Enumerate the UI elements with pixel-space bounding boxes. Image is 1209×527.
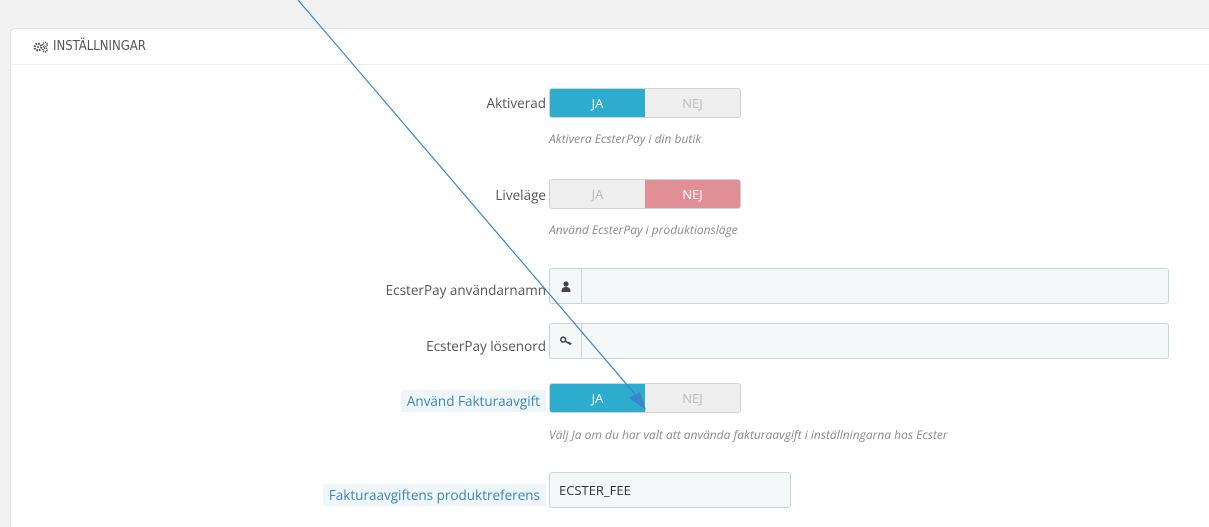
live-help: Använd EcsterPay i produktionsläge (549, 221, 738, 238)
invoice-fee-help: Välj Ja om du har valt att använda faktu… (549, 426, 948, 443)
user-icon (549, 268, 581, 304)
active-yes-option[interactable]: JA (550, 89, 645, 117)
invoice-fee-switch[interactable]: JA NEJ (549, 383, 741, 413)
settings-panel: INSTÄLLNINGAR Aktiverad JA NEJ Aktivera … (10, 28, 1209, 527)
fee-reference-label: Fakturaavgiftens produktreferens (322, 484, 546, 506)
panel-title: INSTÄLLNINGAR (53, 39, 146, 54)
username-input-group (549, 268, 1169, 304)
panel-heading: INSTÄLLNINGAR (11, 29, 1209, 65)
live-label: Liveläge (495, 186, 546, 204)
invoice-fee-label: Använd Fakturaavgift (400, 390, 546, 412)
cogs-icon (33, 40, 49, 53)
username-input[interactable] (581, 268, 1169, 304)
password-input[interactable] (581, 323, 1169, 359)
key-icon (549, 323, 581, 359)
password-input-group (549, 323, 1169, 359)
active-no-option[interactable]: NEJ (645, 89, 740, 117)
username-label: EcsterPay användarnamn (385, 281, 546, 299)
live-switch[interactable]: JA NEJ (549, 179, 741, 209)
active-help: Aktivera EcsterPay i din butik (549, 130, 702, 147)
invoice-fee-yes-option[interactable]: JA (550, 384, 645, 412)
fee-reference-input[interactable] (549, 472, 791, 508)
active-switch[interactable]: JA NEJ (549, 88, 741, 118)
password-label: EcsterPay lösenord (426, 337, 546, 355)
invoice-fee-no-option[interactable]: NEJ (645, 384, 740, 412)
live-no-option[interactable]: NEJ (645, 180, 740, 208)
active-label: Aktiverad (486, 94, 546, 112)
live-yes-option[interactable]: JA (550, 180, 645, 208)
